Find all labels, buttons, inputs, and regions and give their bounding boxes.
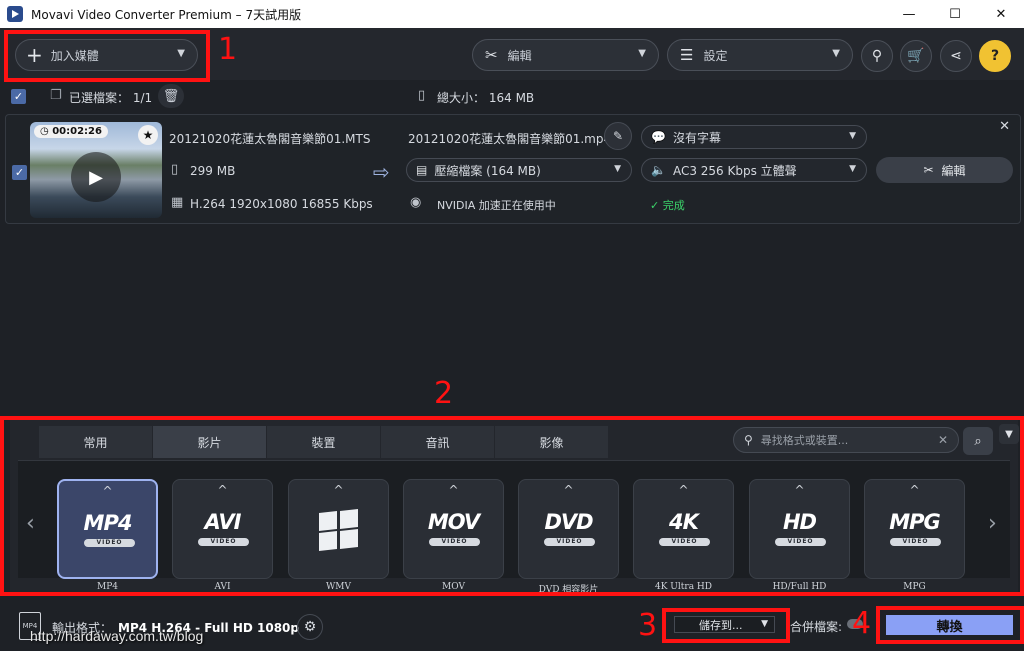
gear-icon: ⚙: [303, 619, 317, 635]
annotation-box-1: [4, 30, 210, 82]
annotation-number-1: 1: [218, 32, 238, 67]
output-filename: 20121020花蓮太魯閣音樂節01.mp4: [408, 132, 612, 146]
compress-dropdown[interactable]: ▤ 壓縮檔案 (164 MB) ▼: [406, 158, 632, 182]
annotation-box-3: [662, 608, 790, 643]
selected-count: 1/1: [132, 91, 153, 105]
selection-bar: ✓ ❐ 已選檔案： 1/1 🗑 ▯ 總大小： 164 MB: [0, 80, 1024, 112]
nvidia-icon: ◉: [410, 195, 422, 210]
title-bar: Movavi Video Converter Premium – 7天試用版 —…: [0, 0, 1024, 28]
settings-dropdown[interactable]: ☰ 設定 ▼: [667, 39, 853, 71]
delete-button[interactable]: 🗑: [158, 84, 184, 108]
speaker-icon: 🔈: [651, 163, 666, 177]
duration-badge: ◷ 00:02:26: [34, 125, 108, 138]
chevron-down-icon: ▼: [849, 164, 856, 174]
file-list-item[interactable]: ✓ ◷ 00:02:26 ★ ▶ 20121020花蓮太魯閣音樂節01.MTS …: [5, 114, 1021, 224]
subtitle-dropdown[interactable]: 💬 沒有字幕 ▼: [641, 125, 867, 149]
file-icon: ▯: [171, 162, 179, 177]
chevron-down-icon: ▼: [849, 131, 856, 141]
share-button[interactable]: ⋖: [940, 40, 972, 72]
maximize-button[interactable]: ☐: [932, 0, 978, 28]
annotation-number-3: 3: [638, 608, 658, 643]
remove-file-icon[interactable]: ✕: [999, 119, 1010, 134]
play-icon[interactable]: ▶: [71, 152, 121, 202]
total-size-value: 164 MB: [488, 91, 535, 105]
cart-button[interactable]: 🛒: [900, 40, 932, 72]
sliders-icon: ☰: [680, 46, 694, 64]
minimize-button[interactable]: —: [886, 0, 932, 28]
share-icon: ⋖: [950, 48, 962, 64]
convert-arrow-icon: ⇨: [373, 160, 390, 184]
search-icon: ⚲: [871, 48, 883, 64]
status-done: ✓ 完成: [650, 199, 685, 212]
chevron-down-icon: ▼: [832, 48, 840, 59]
chevron-down-icon: ▼: [614, 164, 621, 174]
source-filename: 20121020花蓮太魯閣音樂節01.MTS: [169, 132, 371, 146]
trash-icon: 🗑: [162, 88, 180, 104]
speech-bubble-icon: 💬: [651, 130, 666, 144]
compress-label: 壓縮檔案 (164 MB): [434, 163, 541, 178]
gpu-status: NVIDIA 加速正在使用中: [437, 199, 556, 212]
search-button[interactable]: ⚲: [861, 40, 893, 72]
annotation-box-2: [0, 416, 1024, 596]
edit-dropdown[interactable]: ✂ 編輯 ▼: [472, 39, 659, 71]
source-size: 299 MB: [190, 164, 236, 178]
edit-file-button[interactable]: ✂ 編輯: [876, 157, 1013, 183]
star-icon[interactable]: ★: [138, 125, 158, 145]
subtitle-label: 沒有字幕: [672, 130, 721, 145]
rename-button[interactable]: ✎: [604, 122, 632, 150]
merge-files-label: 合併檔案:: [790, 620, 843, 634]
edit-file-label: 編輯: [941, 163, 966, 178]
film-icon: ▦: [171, 195, 184, 210]
tools-icon: ✂: [923, 163, 934, 177]
tools-icon: ✂: [485, 46, 498, 64]
watermark-text: http://hardaway.com.tw/blog: [30, 628, 204, 644]
annotation-box-4: [876, 606, 1024, 644]
edit-label: 編輯: [507, 48, 532, 63]
cart-icon: 🛒: [907, 48, 925, 64]
audio-dropdown[interactable]: 🔈 AC3 256 Kbps 立體聲 ▼: [641, 158, 867, 182]
audio-label: AC3 256 Kbps 立體聲: [672, 163, 797, 178]
file-icon: ▯: [418, 88, 426, 103]
selected-label: 已選檔案：: [69, 91, 130, 105]
annotation-number-2: 2: [434, 376, 454, 411]
close-window-button[interactable]: ✕: [978, 0, 1024, 28]
zip-icon: ▤: [416, 163, 428, 177]
help-button[interactable]: ?: [979, 40, 1011, 72]
pencil-icon: ✎: [612, 129, 624, 143]
help-icon: ?: [990, 48, 1000, 64]
video-thumbnail[interactable]: ◷ 00:02:26 ★ ▶: [30, 122, 162, 218]
files-icon: ❐: [50, 88, 62, 103]
app-icon: [7, 6, 23, 22]
annotation-number-4: 4: [852, 606, 872, 641]
total-size-label: 總大小：: [437, 91, 486, 105]
settings-label: 設定: [703, 48, 728, 63]
file-checkbox[interactable]: ✓: [12, 165, 27, 180]
window-title: Movavi Video Converter Premium – 7天試用版: [31, 7, 302, 22]
select-all-checkbox[interactable]: ✓: [11, 89, 26, 104]
output-settings-button[interactable]: ⚙: [297, 614, 323, 640]
source-codec-info: H.264 1920x1080 16855 Kbps: [190, 197, 373, 211]
chevron-down-icon: ▼: [638, 48, 646, 59]
